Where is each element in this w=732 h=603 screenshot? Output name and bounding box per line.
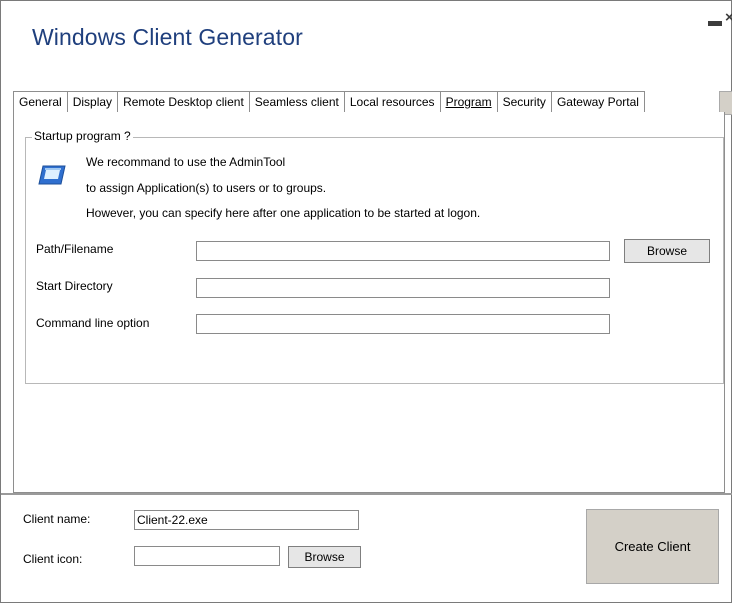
info-text-line-2: to assign Application(s) to users or to … <box>86 181 327 195</box>
tab-program[interactable]: Program <box>439 91 498 114</box>
info-text-line-3: However, you can specify here after one … <box>86 206 481 220</box>
browse-icon-button[interactable]: Browse <box>288 546 361 568</box>
create-client-button[interactable]: Create Client <box>586 509 719 584</box>
window-title: Windows Client Generator <box>32 24 303 50</box>
window-icon <box>38 165 66 185</box>
start-directory-label: Start Directory <box>36 279 113 293</box>
footer-divider <box>1 493 732 495</box>
tab-seamless-client[interactable]: Seamless client <box>248 91 345 114</box>
tab-security[interactable]: Security <box>496 91 552 114</box>
tab-bar: General Display Remote Desktop client Se… <box>13 91 645 114</box>
tab-local-resources[interactable]: Local resources <box>343 91 441 114</box>
path-filename-input[interactable] <box>196 241 610 261</box>
group-title: Startup program ? <box>32 129 133 143</box>
tab-general[interactable]: General <box>13 91 68 114</box>
command-line-label: Command line option <box>36 316 150 330</box>
tab-gateway-portal[interactable]: Gateway Portal <box>550 91 645 114</box>
client-name-input[interactable] <box>134 510 359 530</box>
tab-remote-desktop-client[interactable]: Remote Desktop client <box>117 91 250 114</box>
minimize-icon[interactable] <box>708 21 722 26</box>
client-generator-window: Windows Client Generator × General Displ… <box>0 0 732 603</box>
tab-display[interactable]: Display <box>66 91 119 114</box>
info-text-line-1: We recommand to use the AdminTool <box>86 155 286 169</box>
start-directory-input[interactable] <box>196 278 610 298</box>
client-icon-label: Client icon: <box>23 552 83 566</box>
path-filename-label: Path/Filename <box>36 242 114 256</box>
close-icon[interactable]: × <box>725 9 732 26</box>
command-line-input[interactable] <box>196 314 610 334</box>
client-name-label: Client name: <box>23 512 91 526</box>
browse-program-button[interactable]: Browse <box>624 239 710 263</box>
client-icon-input[interactable] <box>134 546 280 566</box>
